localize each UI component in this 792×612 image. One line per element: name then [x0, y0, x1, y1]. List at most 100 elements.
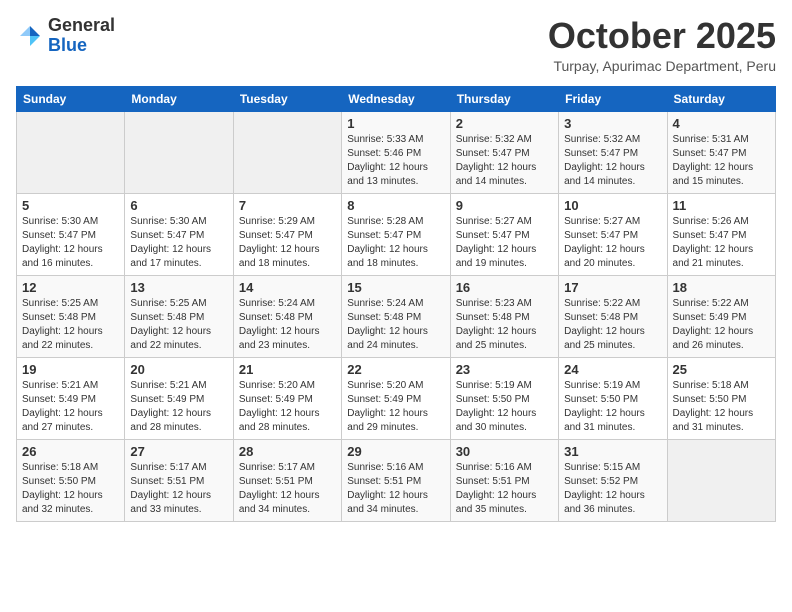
calendar-week-row: 19 Sunrise: 5:21 AM Sunset: 5:49 PM Dayli… — [17, 357, 776, 439]
day-number: 14 — [239, 280, 336, 295]
day-info: Sunrise: 5:27 AM Sunset: 5:47 PM Dayligh… — [456, 215, 553, 271]
day-info: Sunrise: 5:19 AM Sunset: 5:50 PM Dayligh… — [564, 379, 661, 435]
day-number: 3 — [564, 116, 661, 131]
calendar-day-header: Monday — [125, 86, 233, 111]
calendar-cell: 31 Sunrise: 5:15 AM Sunset: 5:52 PM Dayli… — [559, 439, 667, 521]
calendar-cell: 27 Sunrise: 5:17 AM Sunset: 5:51 PM Dayli… — [125, 439, 233, 521]
day-number: 11 — [673, 198, 770, 213]
page-header: General Blue October 2025 Turpay, Apurim… — [16, 16, 776, 74]
calendar-cell: 19 Sunrise: 5:21 AM Sunset: 5:49 PM Dayli… — [17, 357, 125, 439]
calendar-cell: 24 Sunrise: 5:19 AM Sunset: 5:50 PM Dayli… — [559, 357, 667, 439]
day-info: Sunrise: 5:24 AM Sunset: 5:48 PM Dayligh… — [347, 297, 444, 353]
calendar-cell — [17, 111, 125, 193]
calendar-cell — [125, 111, 233, 193]
day-info: Sunrise: 5:31 AM Sunset: 5:47 PM Dayligh… — [673, 133, 770, 189]
calendar-day-header: Friday — [559, 86, 667, 111]
day-info: Sunrise: 5:20 AM Sunset: 5:49 PM Dayligh… — [347, 379, 444, 435]
day-info: Sunrise: 5:18 AM Sunset: 5:50 PM Dayligh… — [673, 379, 770, 435]
calendar-cell: 20 Sunrise: 5:21 AM Sunset: 5:49 PM Dayli… — [125, 357, 233, 439]
calendar-cell: 26 Sunrise: 5:18 AM Sunset: 5:50 PM Dayli… — [17, 439, 125, 521]
calendar-week-row: 12 Sunrise: 5:25 AM Sunset: 5:48 PM Dayli… — [17, 275, 776, 357]
calendar-cell: 28 Sunrise: 5:17 AM Sunset: 5:51 PM Dayli… — [233, 439, 341, 521]
day-number: 24 — [564, 362, 661, 377]
calendar-day-header: Tuesday — [233, 86, 341, 111]
calendar-cell — [667, 439, 775, 521]
day-number: 26 — [22, 444, 119, 459]
day-number: 20 — [130, 362, 227, 377]
calendar-cell: 9 Sunrise: 5:27 AM Sunset: 5:47 PM Daylig… — [450, 193, 558, 275]
day-number: 30 — [456, 444, 553, 459]
day-number: 28 — [239, 444, 336, 459]
day-number: 1 — [347, 116, 444, 131]
day-number: 8 — [347, 198, 444, 213]
day-info: Sunrise: 5:17 AM Sunset: 5:51 PM Dayligh… — [130, 461, 227, 517]
day-number: 22 — [347, 362, 444, 377]
day-info: Sunrise: 5:32 AM Sunset: 5:47 PM Dayligh… — [564, 133, 661, 189]
calendar-cell: 4 Sunrise: 5:31 AM Sunset: 5:47 PM Daylig… — [667, 111, 775, 193]
day-info: Sunrise: 5:17 AM Sunset: 5:51 PM Dayligh… — [239, 461, 336, 517]
location: Turpay, Apurimac Department, Peru — [548, 58, 776, 74]
day-number: 13 — [130, 280, 227, 295]
day-info: Sunrise: 5:25 AM Sunset: 5:48 PM Dayligh… — [22, 297, 119, 353]
day-info: Sunrise: 5:33 AM Sunset: 5:46 PM Dayligh… — [347, 133, 444, 189]
day-info: Sunrise: 5:21 AM Sunset: 5:49 PM Dayligh… — [22, 379, 119, 435]
calendar-cell: 25 Sunrise: 5:18 AM Sunset: 5:50 PM Dayli… — [667, 357, 775, 439]
day-number: 2 — [456, 116, 553, 131]
day-info: Sunrise: 5:21 AM Sunset: 5:49 PM Dayligh… — [130, 379, 227, 435]
logo: General Blue — [16, 16, 115, 56]
calendar-day-header: Wednesday — [342, 86, 450, 111]
month-title: October 2025 — [548, 16, 776, 56]
calendar-day-header: Thursday — [450, 86, 558, 111]
calendar-cell: 5 Sunrise: 5:30 AM Sunset: 5:47 PM Daylig… — [17, 193, 125, 275]
calendar-cell: 16Sunrise: 5:23 AM Sunset: 5:48 PM Dayli… — [450, 275, 558, 357]
day-number: 19 — [22, 362, 119, 377]
day-info: Sunrise: 5:22 AM Sunset: 5:49 PM Dayligh… — [673, 297, 770, 353]
calendar-cell: 14Sunrise: 5:24 AM Sunset: 5:48 PM Dayli… — [233, 275, 341, 357]
day-number: 18 — [673, 280, 770, 295]
logo-general: General — [48, 15, 115, 35]
calendar-cell: 1 Sunrise: 5:33 AM Sunset: 5:46 PM Daylig… — [342, 111, 450, 193]
day-info: Sunrise: 5:16 AM Sunset: 5:51 PM Dayligh… — [456, 461, 553, 517]
calendar-cell: 7 Sunrise: 5:29 AM Sunset: 5:47 PM Daylig… — [233, 193, 341, 275]
logo-blue: Blue — [48, 35, 87, 55]
day-info: Sunrise: 5:30 AM Sunset: 5:47 PM Dayligh… — [130, 215, 227, 271]
calendar-week-row: 5 Sunrise: 5:30 AM Sunset: 5:47 PM Daylig… — [17, 193, 776, 275]
day-info: Sunrise: 5:29 AM Sunset: 5:47 PM Dayligh… — [239, 215, 336, 271]
day-number: 4 — [673, 116, 770, 131]
logo-icon — [16, 22, 44, 50]
calendar-header-row: SundayMondayTuesdayWednesdayThursdayFrid… — [17, 86, 776, 111]
day-number: 27 — [130, 444, 227, 459]
day-number: 12 — [22, 280, 119, 295]
calendar-cell — [233, 111, 341, 193]
day-info: Sunrise: 5:32 AM Sunset: 5:47 PM Dayligh… — [456, 133, 553, 189]
day-number: 7 — [239, 198, 336, 213]
day-number: 25 — [673, 362, 770, 377]
logo-text: General Blue — [48, 16, 115, 56]
day-info: Sunrise: 5:28 AM Sunset: 5:47 PM Dayligh… — [347, 215, 444, 271]
day-number: 9 — [456, 198, 553, 213]
calendar-cell: 29Sunrise: 5:16 AM Sunset: 5:51 PM Dayli… — [342, 439, 450, 521]
day-number: 23 — [456, 362, 553, 377]
day-info: Sunrise: 5:26 AM Sunset: 5:47 PM Dayligh… — [673, 215, 770, 271]
day-info: Sunrise: 5:30 AM Sunset: 5:47 PM Dayligh… — [22, 215, 119, 271]
calendar-cell: 17Sunrise: 5:22 AM Sunset: 5:48 PM Dayli… — [559, 275, 667, 357]
day-number: 5 — [22, 198, 119, 213]
calendar-cell: 13 Sunrise: 5:25 AM Sunset: 5:48 PM Dayli… — [125, 275, 233, 357]
day-number: 15 — [347, 280, 444, 295]
calendar-cell: 30 Sunrise: 5:16 AM Sunset: 5:51 PM Dayli… — [450, 439, 558, 521]
calendar-cell: 10Sunrise: 5:27 AM Sunset: 5:47 PM Dayli… — [559, 193, 667, 275]
day-info: Sunrise: 5:25 AM Sunset: 5:48 PM Dayligh… — [130, 297, 227, 353]
calendar-cell: 21Sunrise: 5:20 AM Sunset: 5:49 PM Dayli… — [233, 357, 341, 439]
day-number: 17 — [564, 280, 661, 295]
calendar-cell: 2 Sunrise: 5:32 AM Sunset: 5:47 PM Daylig… — [450, 111, 558, 193]
day-number: 10 — [564, 198, 661, 213]
day-number: 6 — [130, 198, 227, 213]
day-info: Sunrise: 5:18 AM Sunset: 5:50 PM Dayligh… — [22, 461, 119, 517]
day-number: 31 — [564, 444, 661, 459]
calendar-cell: 22 Sunrise: 5:20 AM Sunset: 5:49 PM Dayli… — [342, 357, 450, 439]
calendar-cell: 15 Sunrise: 5:24 AM Sunset: 5:48 PM Dayli… — [342, 275, 450, 357]
day-info: Sunrise: 5:15 AM Sunset: 5:52 PM Dayligh… — [564, 461, 661, 517]
calendar-cell: 3 Sunrise: 5:32 AM Sunset: 5:47 PM Daylig… — [559, 111, 667, 193]
day-info: Sunrise: 5:19 AM Sunset: 5:50 PM Dayligh… — [456, 379, 553, 435]
calendar-cell: 6 Sunrise: 5:30 AM Sunset: 5:47 PM Daylig… — [125, 193, 233, 275]
